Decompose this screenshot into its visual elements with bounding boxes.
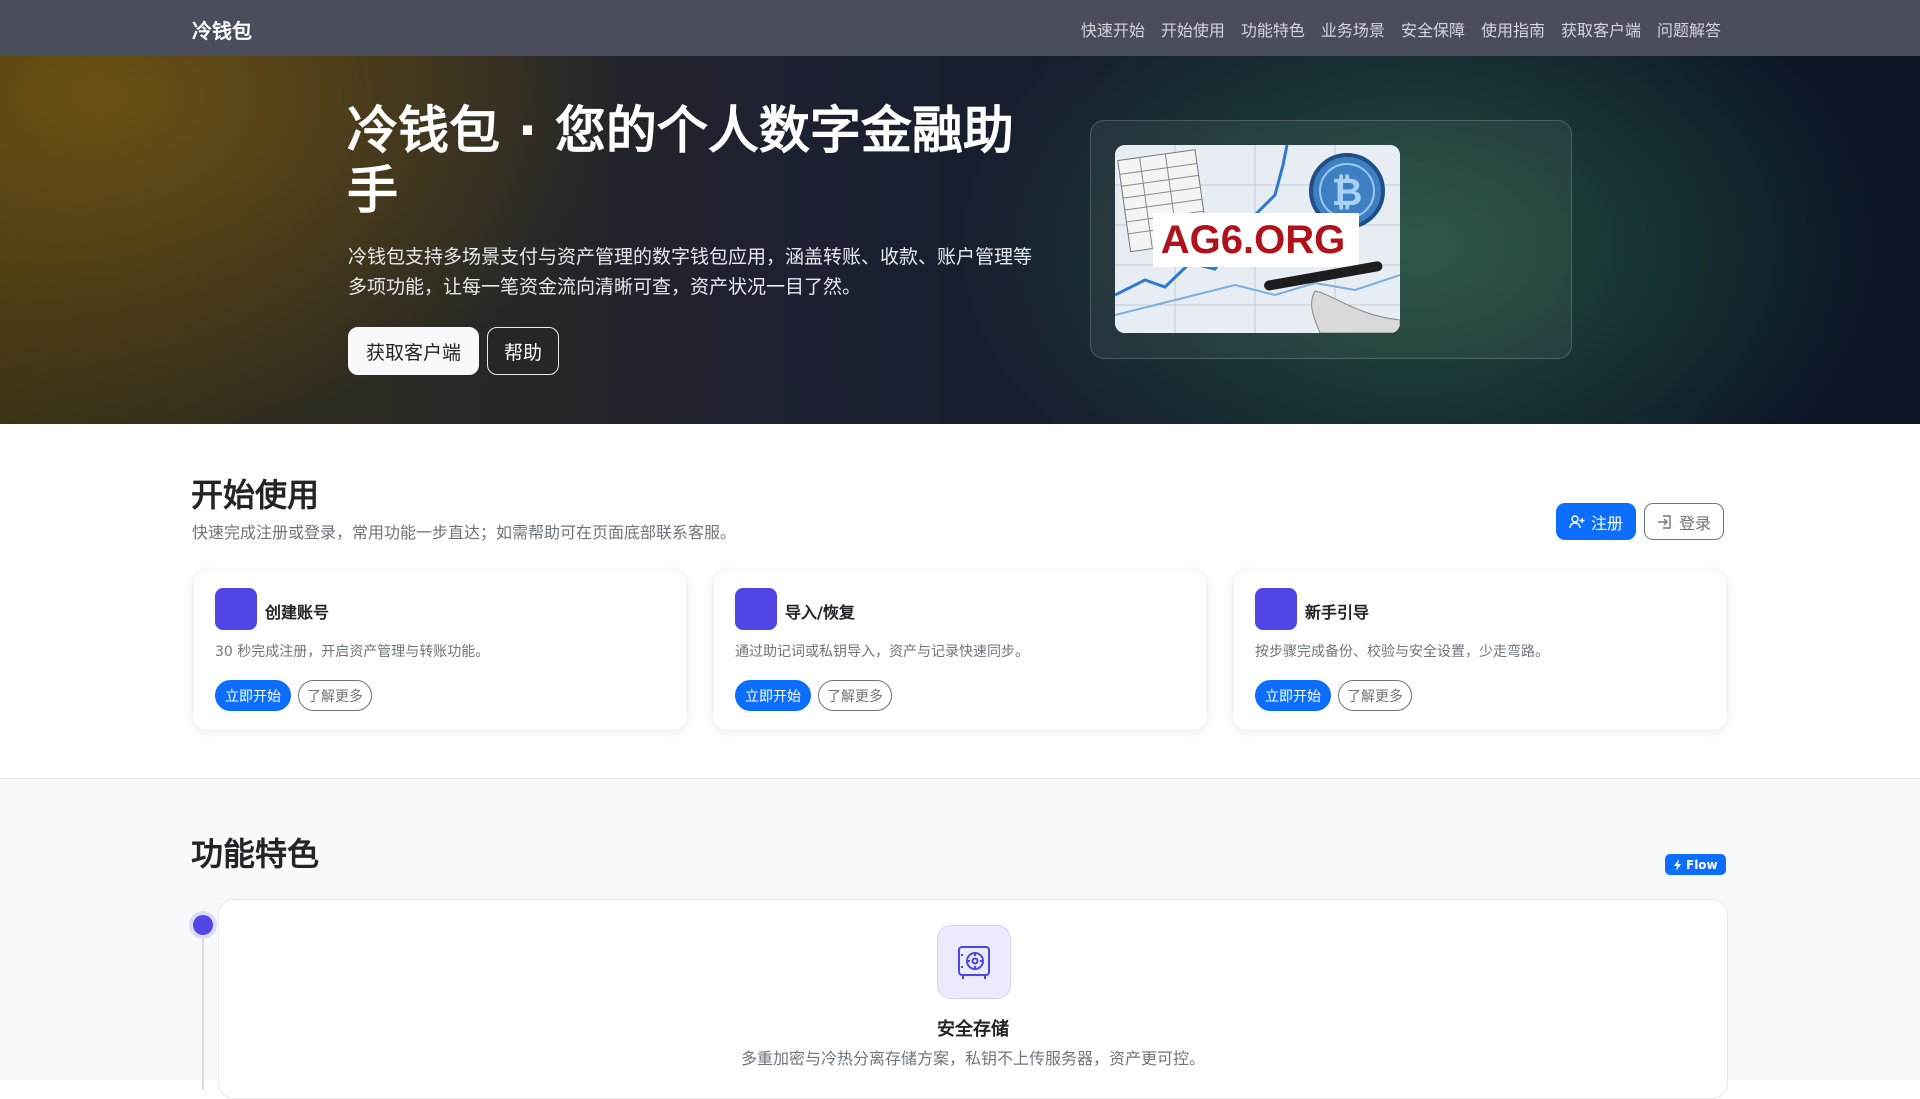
start-now-button[interactable]: 立即开始 bbox=[735, 680, 811, 711]
timeline-dot bbox=[193, 915, 213, 935]
auth-actions: 注册 登录 bbox=[1556, 503, 1725, 540]
card-icon bbox=[215, 588, 257, 630]
card-buttons: 立即开始 了解更多 bbox=[1255, 680, 1412, 711]
feature-card-secure-storage: 安全存储 多重加密与冷热分离存储方案，私钥不上传服务器，资产更可控。 bbox=[218, 899, 1728, 1099]
user-plus-icon bbox=[1569, 514, 1585, 528]
card-beginner-guide: 新手引导 按步骤完成备份、校验与安全设置，少走弯路。 立即开始 了解更多 bbox=[1232, 569, 1728, 731]
nav-link-getting-started[interactable]: 开始使用 bbox=[1161, 17, 1225, 41]
features-section: 功能特色 Flow 安全存储 多重加密与冷热分离存储方案，私钥不上传服务器，资产… bbox=[0, 778, 1920, 1099]
nav-link-guide[interactable]: 使用指南 bbox=[1481, 17, 1545, 41]
start-now-button[interactable]: 立即开始 bbox=[1255, 680, 1331, 711]
card-title: 导入/恢复 bbox=[785, 603, 855, 622]
timeline-line bbox=[202, 919, 204, 1089]
flow-badge: Flow bbox=[1665, 854, 1726, 875]
register-label: 注册 bbox=[1591, 513, 1624, 533]
card-create-account: 创建账号 30 秒完成注册，开启资产管理与转账功能。 立即开始 了解更多 bbox=[192, 569, 688, 731]
login-button[interactable]: 登录 bbox=[1644, 503, 1725, 540]
lightning-icon bbox=[1674, 858, 1681, 871]
card-description: 按步骤完成备份、校验与安全设置，少走弯路。 bbox=[1255, 644, 1549, 660]
flow-badge-label: Flow bbox=[1686, 857, 1718, 872]
learn-more-button[interactable]: 了解更多 bbox=[818, 680, 892, 711]
card-icon bbox=[1255, 588, 1297, 630]
nav-link-features[interactable]: 功能特色 bbox=[1241, 17, 1305, 41]
card-buttons: 立即开始 了解更多 bbox=[735, 680, 892, 711]
card-import-restore: 导入/恢复 通过助记词或私钥导入，资产与记录快速同步。 立即开始 了解更多 bbox=[712, 569, 1208, 731]
card-description: 30 秒完成注册，开启资产管理与转账功能。 bbox=[215, 644, 490, 660]
hero-description: 冷钱包支持多场景支付与资产管理的数字钱包应用，涵盖转账、收款、账户管理等多项功能… bbox=[348, 246, 1033, 298]
safe-icon bbox=[937, 925, 1011, 999]
card-title: 创建账号 bbox=[265, 603, 330, 622]
card-title: 新手引导 bbox=[1305, 603, 1370, 622]
help-button[interactable]: 帮助 bbox=[487, 327, 560, 375]
nav-link-download[interactable]: 获取客户端 bbox=[1561, 17, 1641, 41]
card-buttons: 立即开始 了解更多 bbox=[215, 680, 372, 711]
hero-section: 冷钱包 · 您的个人数字金融助手 冷钱包支持多场景支付与资产管理的数字钱包应用，… bbox=[0, 56, 1920, 424]
svg-text:AG6.ORG: AG6.ORG bbox=[1161, 218, 1345, 262]
card-icon bbox=[735, 588, 777, 630]
login-label: 登录 bbox=[1679, 513, 1712, 533]
register-button[interactable]: 注册 bbox=[1556, 503, 1637, 540]
features-title: 功能特色 bbox=[191, 835, 320, 873]
brand-logo[interactable]: 冷钱包 bbox=[192, 15, 252, 44]
hero-image-card: ₿ AG6.ORG bbox=[1090, 120, 1572, 359]
start-now-button[interactable]: 立即开始 bbox=[215, 680, 291, 711]
hero-buttons: 获取客户端 帮助 bbox=[348, 327, 560, 375]
nav-links: 快速开始 开始使用 功能特色 业务场景 安全保障 使用指南 获取客户端 问题解答 bbox=[1081, 17, 1721, 41]
nav-link-faq[interactable]: 问题解答 bbox=[1657, 17, 1721, 41]
nav-link-quick-start[interactable]: 快速开始 bbox=[1081, 17, 1145, 41]
getting-started-description: 快速完成注册或登录，常用功能一步直达；如需帮助可在页面底部联系客服。 bbox=[192, 523, 737, 542]
nav-link-scenarios[interactable]: 业务场景 bbox=[1321, 17, 1385, 41]
learn-more-button[interactable]: 了解更多 bbox=[298, 680, 372, 711]
get-client-button[interactable]: 获取客户端 bbox=[348, 327, 480, 375]
login-icon bbox=[1658, 514, 1671, 529]
card-description: 通过助记词或私钥导入，资产与记录快速同步。 bbox=[735, 644, 1029, 660]
feature-description: 多重加密与冷热分离存储方案，私钥不上传服务器，资产更可控。 bbox=[740, 1049, 1205, 1068]
learn-more-button[interactable]: 了解更多 bbox=[1338, 680, 1412, 711]
feature-title: 安全存储 bbox=[937, 1019, 1009, 1040]
nav-link-security[interactable]: 安全保障 bbox=[1401, 17, 1465, 41]
hero-image: ₿ AG6.ORG bbox=[1115, 145, 1400, 333]
getting-started-title: 开始使用 bbox=[191, 476, 320, 514]
top-navbar: 冷钱包 快速开始 开始使用 功能特色 业务场景 安全保障 使用指南 获取客户端 … bbox=[0, 0, 1920, 56]
svg-text:₿: ₿ bbox=[1332, 170, 1363, 214]
hero-title: 冷钱包 · 您的个人数字金融助手 bbox=[347, 102, 1014, 221]
